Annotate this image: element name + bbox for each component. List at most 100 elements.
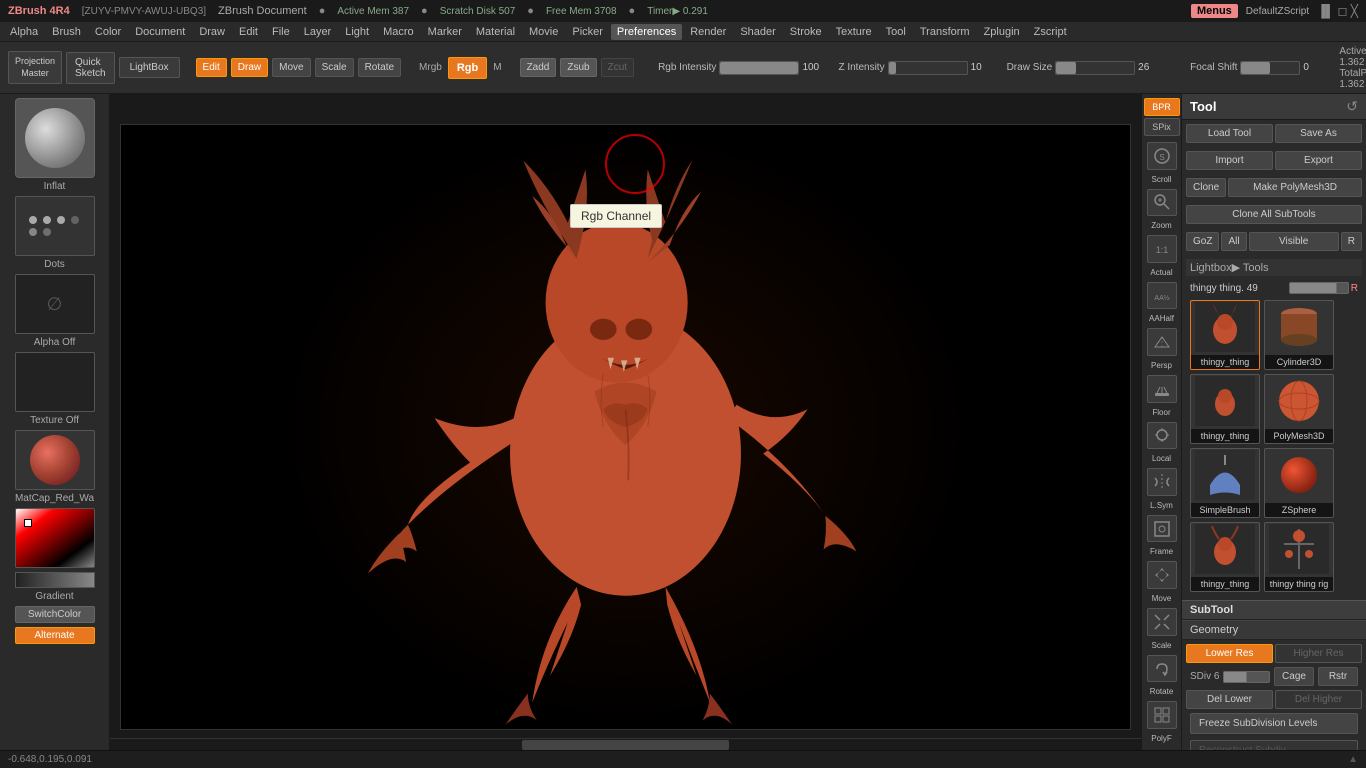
actual-button[interactable]: 1:1 [1147,235,1177,263]
freeze-subdiv-button[interactable]: Freeze SubDivision Levels [1190,713,1358,734]
menu-edit[interactable]: Edit [233,24,264,40]
menu-tool[interactable]: Tool [880,24,912,40]
cage-button[interactable]: Cage [1274,667,1314,686]
scale-button[interactable] [1147,608,1177,636]
canvas-area[interactable]: Rgb Channel [110,94,1141,750]
menu-zplugin[interactable]: Zplugin [978,24,1026,40]
menu-color[interactable]: Color [89,24,127,40]
menu-movie[interactable]: Movie [523,24,564,40]
menu-draw[interactable]: Draw [193,24,231,40]
color-picker[interactable] [15,508,95,568]
menu-file[interactable]: File [266,24,296,40]
rotate-button[interactable] [1147,655,1177,683]
menu-brush[interactable]: Brush [46,24,87,40]
menu-macro[interactable]: Macro [377,24,420,40]
quick-sketch-button[interactable]: Quick Sketch [66,52,115,84]
menu-material[interactable]: Material [470,24,521,40]
tool-thumb-simplebrush[interactable]: SimpleBrush [1190,448,1260,518]
menu-picker[interactable]: Picker [566,24,609,40]
thingy-slider[interactable] [1289,282,1349,294]
move-button[interactable]: Move [272,58,310,77]
stroke-preview[interactable] [15,196,95,256]
tool-thumb-thingy-thing-1[interactable]: thingy_thing [1190,300,1260,370]
polyf-button[interactable] [1147,701,1177,729]
lightbox-button[interactable]: LightBox [119,57,180,78]
load-tool-button[interactable]: Load Tool [1186,124,1273,143]
rgb-button[interactable]: Rgb [448,57,487,79]
zoom-button[interactable] [1147,189,1177,217]
brush-preview[interactable] [15,98,95,178]
menu-layer[interactable]: Layer [298,24,338,40]
bpr-button[interactable]: BPR [1144,98,1180,116]
menu-light[interactable]: Light [339,24,375,40]
tool-refresh-icon[interactable]: ↺ [1346,98,1358,115]
lower-res-button[interactable]: Lower Res [1186,644,1273,663]
tool-thumb-thingy-rig[interactable]: thingy thing rig [1264,522,1334,592]
tool-thumb-zsphere[interactable]: ZSphere [1264,448,1334,518]
sdiv-slider[interactable] [1223,671,1270,683]
tool-thumb-polymesh3d[interactable]: PolyMesh3D [1264,374,1334,444]
menu-texture[interactable]: Texture [830,24,878,40]
menus-button[interactable]: Menus [1191,4,1238,18]
menu-preferences[interactable]: Preferences [611,24,682,40]
scrollbar-thumb-h[interactable] [522,740,728,750]
clone-button[interactable]: Clone [1186,178,1226,197]
rotate-button[interactable]: Rotate [358,58,401,77]
projection-master-button[interactable]: Projection Master [8,51,62,84]
alternate-button[interactable]: Alternate [15,627,95,644]
visible-button[interactable]: Visible [1249,232,1339,251]
del-lower-button[interactable]: Del Lower [1186,690,1273,709]
tool-thumb-thingy-thing-2[interactable]: thingy_thing [1190,374,1260,444]
aahalf-button[interactable]: AA½ [1147,282,1177,310]
switch-color-button[interactable]: SwitchColor [15,606,95,623]
clone-all-subtools-button[interactable]: Clone All SubTools [1186,205,1362,224]
gradient-bar[interactable] [15,572,95,588]
save-as-button[interactable]: Save As [1275,124,1362,143]
zadd-button[interactable]: Zadd [520,58,557,77]
menu-zscript[interactable]: Zscript [1028,24,1073,40]
menu-document[interactable]: Document [129,24,191,40]
menu-stroke[interactable]: Stroke [784,24,828,40]
scale-button[interactable]: Scale [315,58,354,77]
draw-size-slider[interactable] [1055,61,1135,75]
alpha-preview[interactable]: ∅ [15,274,95,334]
menu-alpha[interactable]: Alpha [4,24,44,40]
focal-shift-slider[interactable] [1240,61,1300,75]
rstr-button[interactable]: Rstr [1318,667,1358,686]
scroll-button[interactable]: S [1147,142,1177,170]
export-button[interactable]: Export [1275,151,1362,170]
edit-button[interactable]: Edit [196,58,227,77]
menu-marker[interactable]: Marker [422,24,468,40]
spix-button[interactable]: SPix [1144,118,1180,136]
all-button[interactable]: All [1221,232,1246,251]
texture-preview[interactable] [15,352,95,412]
del-buttons-row: Del Lower Del Higher [1186,690,1362,709]
goz-button[interactable]: GoZ [1186,232,1219,251]
material-preview[interactable] [15,430,95,490]
zsub-button[interactable]: Zsub [560,58,596,77]
subtool-header[interactable]: SubTool [1182,600,1366,620]
geometry-header[interactable]: Geometry [1182,620,1366,640]
local-button[interactable] [1147,422,1177,450]
tool-thumb-cylinder3d[interactable]: Cylinder3D [1264,300,1334,370]
z-intensity-slider[interactable] [888,61,968,75]
floor-button[interactable] [1147,375,1177,403]
make-polymesh3d-button[interactable]: Make PolyMesh3D [1228,178,1362,197]
import-button[interactable]: Import [1186,151,1273,170]
lsym-button[interactable] [1147,468,1177,496]
draw-button[interactable]: Draw [231,58,268,77]
r-button[interactable]: R [1341,232,1362,251]
menu-render[interactable]: Render [684,24,732,40]
canvas-scrollbar-h[interactable] [110,738,1141,750]
lightbox-tools-title[interactable]: Lightbox▶ Tools [1186,259,1362,276]
del-higher-button[interactable]: Del Higher [1275,690,1362,709]
higher-res-button[interactable]: Higher Res [1275,644,1362,663]
frame-button[interactable] [1147,515,1177,543]
move-button[interactable] [1147,561,1177,589]
reconstruct-subdiv-button[interactable]: Reconstruct Subdiv [1190,740,1358,750]
persp-button[interactable] [1147,328,1177,356]
rgb-intensity-slider[interactable] [719,61,799,75]
menu-transform[interactable]: Transform [914,24,976,40]
tool-thumb-thingy-thing-3[interactable]: thingy_thing [1190,522,1260,592]
menu-shader[interactable]: Shader [734,24,781,40]
